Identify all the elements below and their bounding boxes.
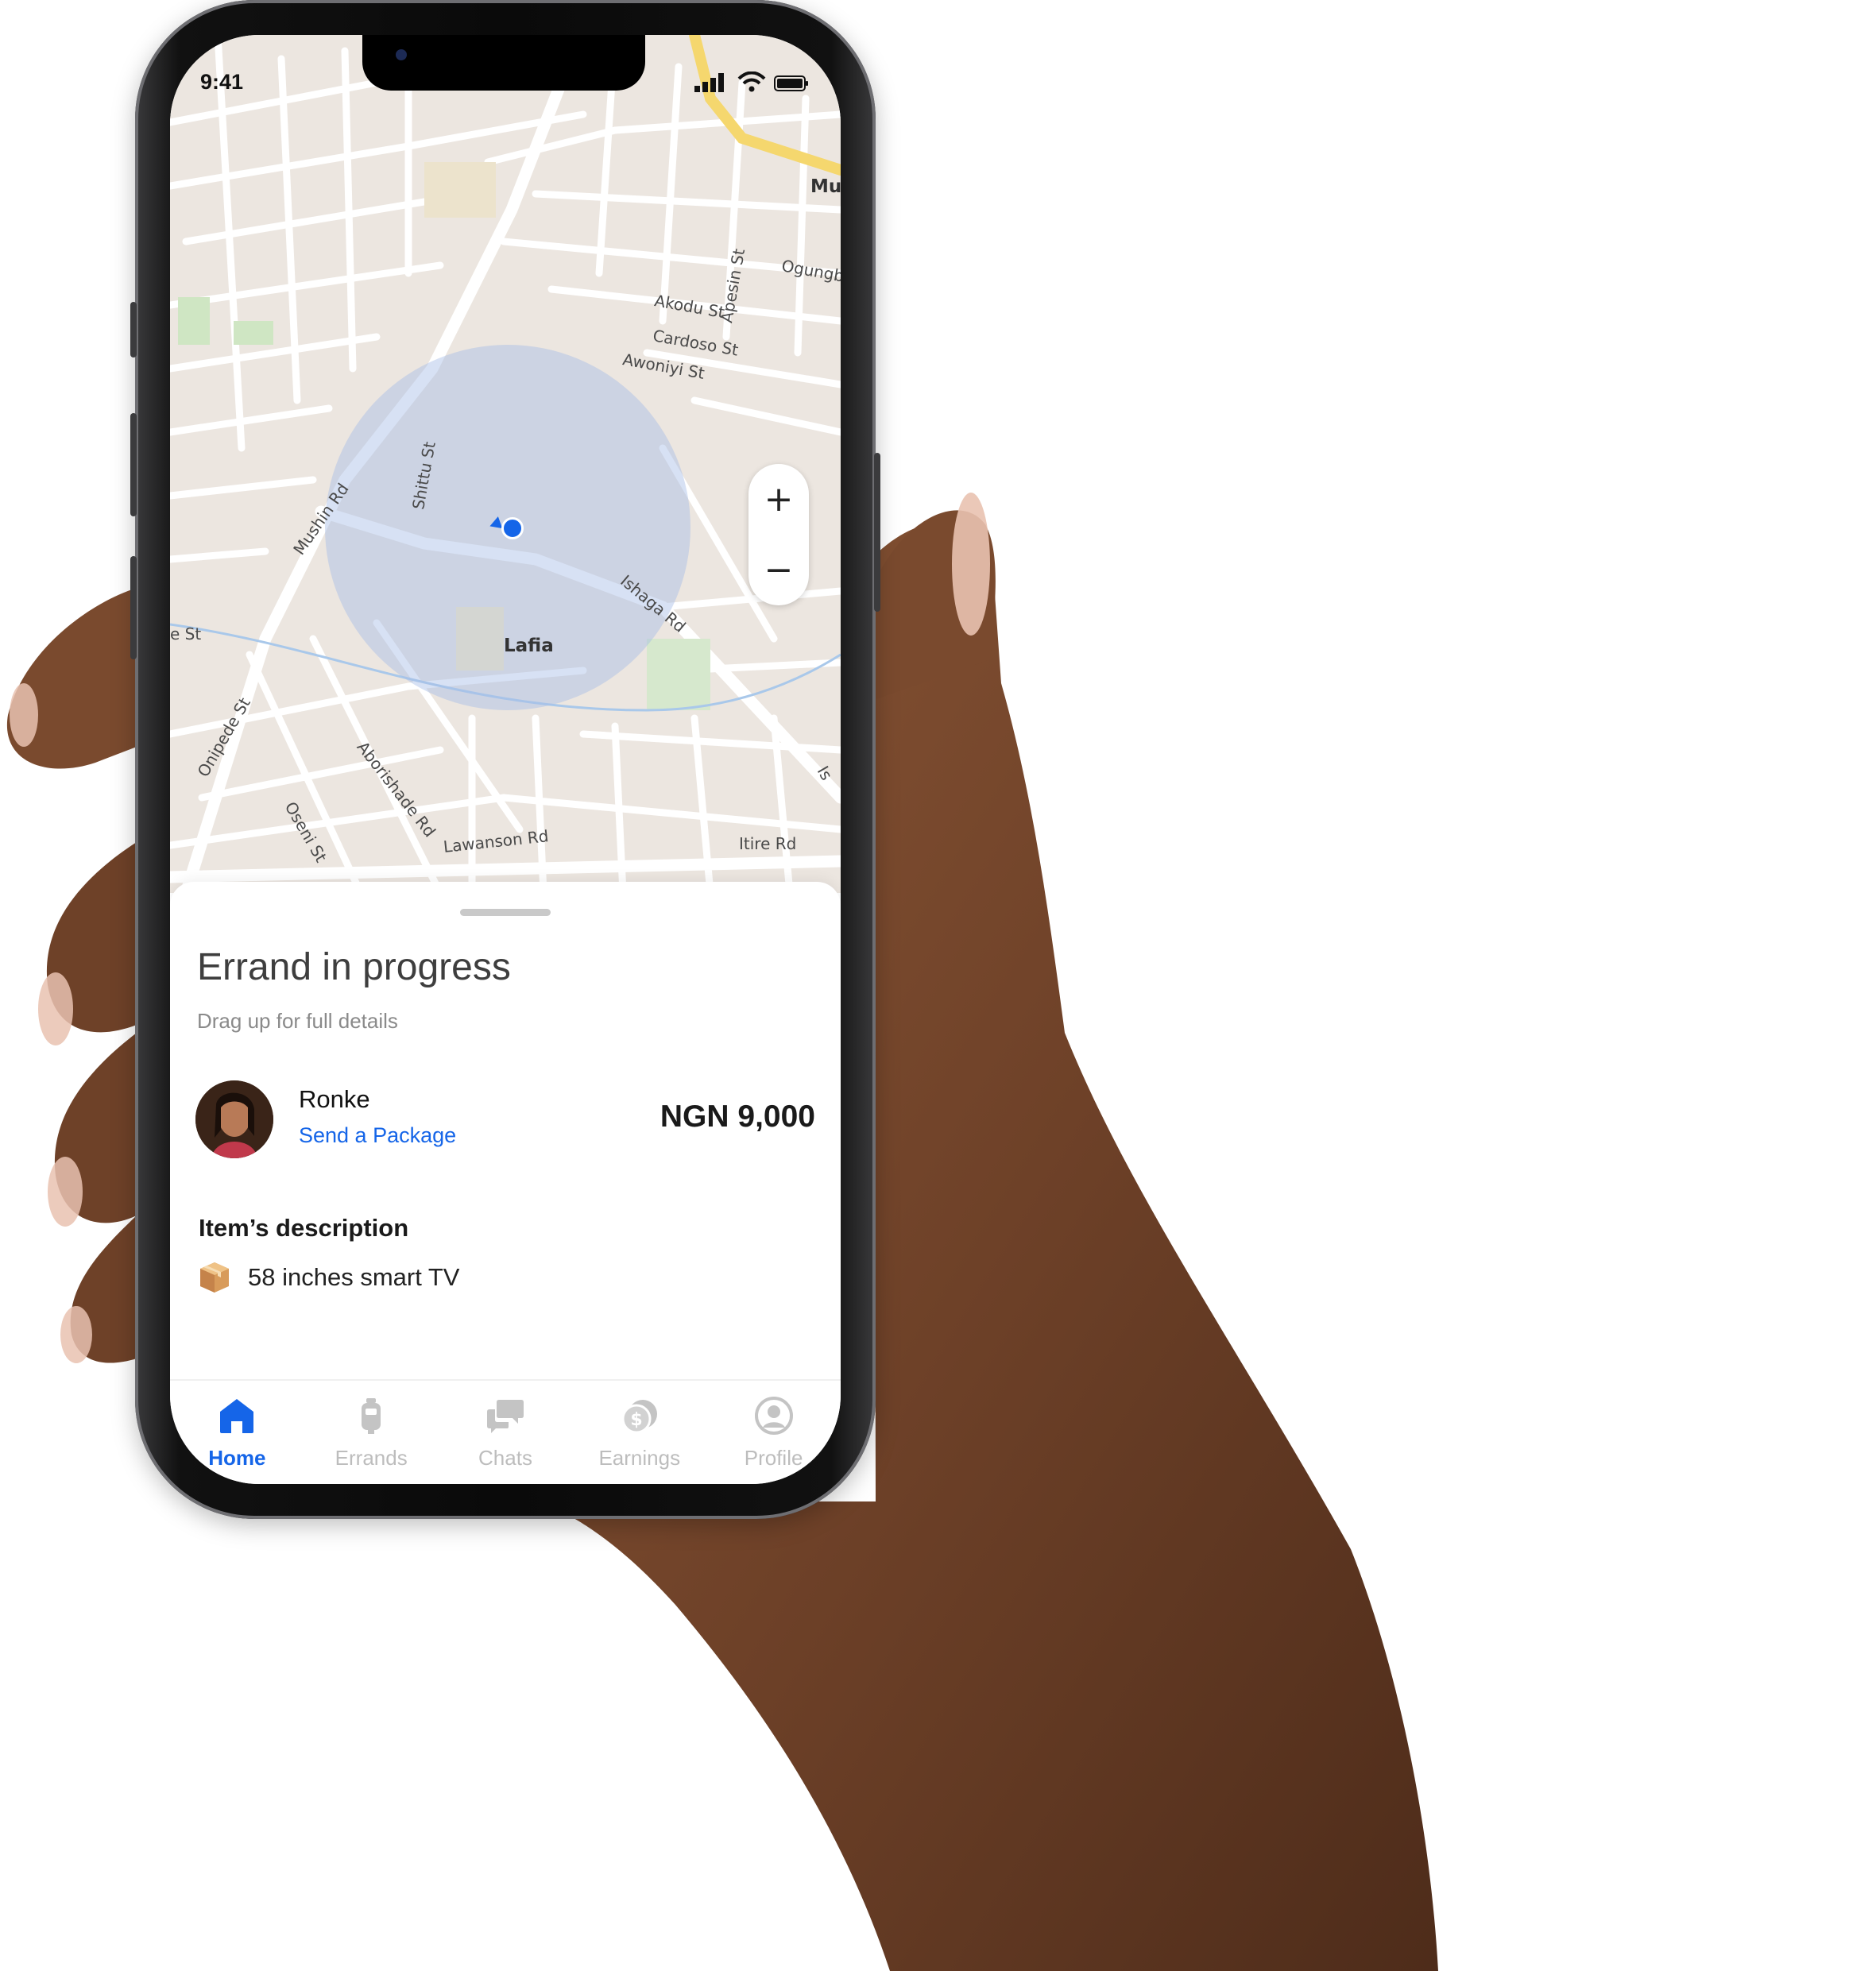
tab-earnings[interactable]: $ Earnings <box>572 1395 706 1482</box>
wifi-icon <box>737 71 766 92</box>
sheet-title: Errand in progress <box>197 946 511 988</box>
camera-icon <box>396 49 407 60</box>
item-description-text: 58 inches smart TV <box>248 1263 460 1291</box>
tab-errands[interactable]: Errands <box>304 1395 439 1482</box>
customer-row[interactable]: Ronke Send a Package NGN 9,000 <box>195 1076 815 1163</box>
zoom-in-button[interactable]: + <box>764 481 794 517</box>
notch <box>362 35 645 91</box>
volume-button <box>130 302 137 357</box>
area-label: Lafia <box>504 636 554 656</box>
svg-text:$: $ <box>630 1410 642 1430</box>
power-button <box>874 453 880 612</box>
tab-label: Earnings <box>598 1446 681 1470</box>
zoom-out-button[interactable]: − <box>764 552 794 588</box>
street-label: Itire Rd <box>739 834 797 853</box>
avatar-portrait <box>195 1080 273 1158</box>
errand-type-link[interactable]: Send a Package <box>299 1123 456 1148</box>
current-location-marker <box>501 517 524 539</box>
tab-label: Chats <box>478 1446 532 1470</box>
tab-profile[interactable]: Profile <box>706 1395 841 1482</box>
tab-home[interactable]: Home <box>170 1395 304 1482</box>
errands-icon <box>362 1398 381 1434</box>
item-description-row: 58 inches smart TV <box>197 1260 459 1295</box>
drag-handle[interactable] <box>460 909 551 916</box>
tab-label: Profile <box>744 1446 803 1470</box>
phone-frame: Akodu St Cardoso St Awoniyi St Apesin St… <box>130 0 880 1519</box>
errand-price: NGN 9,000 <box>660 1100 815 1134</box>
volume-down-button <box>130 556 137 659</box>
sheet-subtitle: Drag up for full details <box>197 1009 398 1033</box>
customer-name: Ronke <box>299 1085 370 1113</box>
battery-icon <box>774 75 808 91</box>
status-time: 9:41 <box>200 70 244 94</box>
tab-label: Home <box>208 1446 266 1470</box>
signal-icon <box>694 73 724 92</box>
chats-icon <box>486 1400 524 1433</box>
map-view[interactable]: Akodu St Cardoso St Awoniyi St Apesin St… <box>170 35 841 893</box>
street-label: e St <box>170 624 202 643</box>
errand-sheet[interactable]: Errand in progress Drag up for full deta… <box>170 882 841 1484</box>
map-streets <box>170 35 841 893</box>
tab-chats[interactable]: Chats <box>439 1395 573 1482</box>
package-icon <box>200 1262 229 1293</box>
avatar <box>195 1080 273 1158</box>
canvas: Akodu St Cardoso St Awoniyi St Apesin St… <box>0 0 1876 1971</box>
home-icon <box>220 1399 254 1433</box>
tab-label: Errands <box>335 1446 408 1470</box>
phone-screen: Akodu St Cardoso St Awoniyi St Apesin St… <box>170 35 841 1484</box>
profile-icon <box>754 1397 793 1435</box>
item-description-heading: Item’s description <box>199 1214 409 1242</box>
status-icons <box>694 71 809 92</box>
volume-up-button <box>130 413 137 516</box>
bottom-tab-bar: Home Errands Chats $ Earnings Profile <box>170 1395 841 1482</box>
tabbar-divider <box>170 1379 841 1381</box>
street-label: Mu <box>810 176 841 197</box>
zoom-control: + − <box>748 464 809 605</box>
earnings-icon: $ <box>621 1400 657 1434</box>
